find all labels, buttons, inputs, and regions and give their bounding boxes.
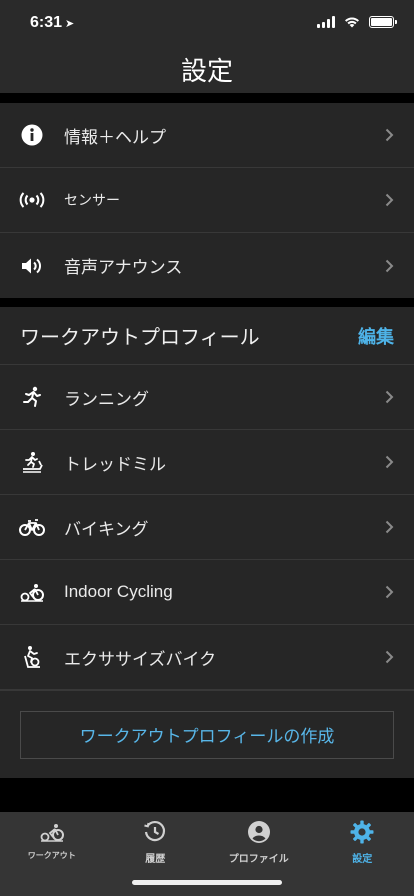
battery-icon: [369, 15, 397, 28]
chevron-right-icon: [385, 520, 394, 534]
home-indicator[interactable]: [132, 880, 282, 885]
settings-item-label: センサー: [64, 192, 120, 208]
workout-profile-label: トレッドミル: [64, 454, 166, 474]
tab-label: ワークアウト: [27, 851, 76, 860]
workout-profile-running[interactable]: ランニング: [0, 365, 414, 430]
edit-button[interactable]: 編集: [358, 323, 394, 349]
cellular-signal-icon: [317, 15, 335, 28]
tab-settings[interactable]: 設定: [311, 812, 414, 896]
chevron-right-icon: [385, 259, 394, 272]
location-arrow-icon: ➤: [65, 18, 75, 30]
history-icon: [143, 820, 167, 844]
treadmill-icon: [0, 451, 64, 473]
settings-item-info-help[interactable]: 情報＋ヘルプ: [0, 103, 414, 168]
settings-item-voice-announcements[interactable]: 音声アナウンス: [0, 233, 414, 298]
profile-icon: [247, 820, 271, 844]
tab-workout[interactable]: ワークアウト: [0, 812, 104, 896]
workout-icon: [39, 820, 65, 844]
workout-profile-label: ランニング: [64, 389, 149, 409]
speaker-icon: [0, 257, 64, 275]
workout-profile-exercise-bike[interactable]: エクササイズバイク: [0, 625, 414, 690]
chevron-right-icon: [385, 390, 394, 404]
workout-profile-label: Indoor Cycling: [64, 582, 173, 601]
tab-label: 設定: [352, 854, 373, 865]
workout-profile-label: エクササイズバイク: [64, 649, 217, 669]
workout-profiles-section: ワークアウトプロフィール 編集 ランニング トレッドミル バイキング Indoo…: [0, 307, 414, 778]
info-icon: [0, 124, 64, 146]
create-workout-profile-button[interactable]: ワークアウトプロフィールの作成: [20, 710, 394, 759]
wifi-icon: [345, 17, 359, 28]
chevron-right-icon: [385, 455, 394, 469]
general-settings-section: 情報＋ヘルプ センサー 音声アナウンス: [0, 103, 414, 298]
sensor-icon: [0, 192, 64, 208]
workout-profile-label: バイキング: [64, 519, 149, 539]
workout-profile-biking[interactable]: バイキング: [0, 495, 414, 560]
chevron-right-icon: [385, 193, 394, 207]
status-icons: [317, 15, 397, 28]
tab-label: 履歴: [145, 854, 166, 865]
exercise-bike-icon: [0, 645, 64, 669]
status-bar: 6:31 ➤: [0, 0, 414, 44]
status-time: 6:31 ➤: [30, 14, 74, 32]
nav-bar: 設定: [0, 44, 414, 93]
settings-item-label: 情報＋ヘルプ: [64, 127, 166, 147]
chevron-right-icon: [385, 128, 394, 142]
create-profile-container: ワークアウトプロフィールの作成: [0, 690, 414, 778]
workout-profile-indoor-cycling[interactable]: Indoor Cycling: [0, 560, 414, 625]
settings-item-sensors[interactable]: センサー: [0, 168, 414, 233]
settings-item-label: 音声アナウンス: [64, 258, 183, 277]
time-text: 6:31: [30, 14, 63, 31]
page-title: 設定: [180, 56, 233, 86]
bike-icon: [0, 518, 64, 536]
workout-profile-treadmill[interactable]: トレッドミル: [0, 430, 414, 495]
gear-icon: [350, 820, 374, 844]
tab-label: プロファイル: [228, 854, 289, 865]
chevron-right-icon: [385, 585, 394, 599]
workout-profiles-header: ワークアウトプロフィール 編集: [0, 307, 414, 365]
section-title: ワークアウトプロフィール: [20, 327, 260, 349]
indoor-cycling-icon: [0, 582, 64, 602]
running-icon: [0, 386, 64, 408]
chevron-right-icon: [385, 650, 394, 664]
